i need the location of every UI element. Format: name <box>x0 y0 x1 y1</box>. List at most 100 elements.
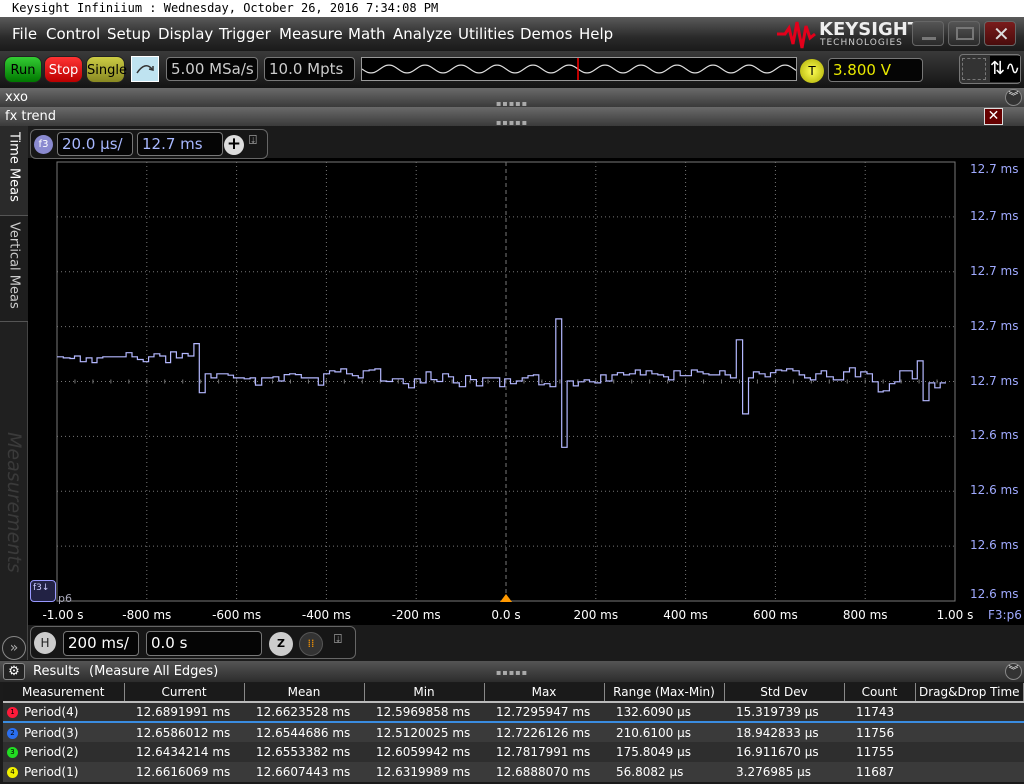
cell-text: 11687 <box>856 765 895 779</box>
cell-text: 18.942833 µs <box>736 725 819 740</box>
drag-grip[interactable]: ▪▪▪▪▪ <box>496 668 528 677</box>
cell-text: 12.7226126 ms <box>496 725 591 740</box>
cell: 18.942833 µs <box>724 722 844 742</box>
cell: 210.6100 µs <box>604 722 724 742</box>
cell: 175.8049 µs <box>604 742 724 762</box>
cell: 12.6553382 ms <box>244 742 364 762</box>
cell-text: 11755 <box>856 745 895 759</box>
column-header[interactable]: Range (Max-Min) <box>604 683 725 703</box>
time-scale-field[interactable]: 200 ms/ <box>63 631 139 656</box>
cell-text: 12.6544686 ms <box>256 725 351 740</box>
column-header[interactable]: Min <box>364 683 485 703</box>
trend-trace <box>57 318 946 448</box>
cell-text: 12.6607443 ms <box>256 765 351 779</box>
cell-text: 12.7817991 ms <box>496 745 591 759</box>
cell-text: 12.6553382 ms <box>256 745 351 759</box>
zoom-icon[interactable]: Z <box>269 632 293 656</box>
cell-text: 12.6319989 ms <box>376 765 471 779</box>
cell: 12.6586012 ms <box>124 722 244 742</box>
column-header[interactable]: Current <box>124 683 245 703</box>
cell: 12.5969858 ms <box>364 701 484 723</box>
column-header[interactable]: Mean <box>244 683 365 703</box>
column-header[interactable]: Std Dev <box>724 683 845 703</box>
results-header: ⚙ Results (Measure All Edges) ▪▪▪▪▪ ︾ <box>0 661 1024 682</box>
function-ground-marker[interactable]: f3↓ <box>30 580 56 602</box>
cell-text: 175.8049 µs <box>616 745 691 759</box>
cell: 11687 <box>844 762 915 782</box>
x-tick-label: -400 ms <box>301 608 351 622</box>
x-tick-label: 600 ms <box>753 608 798 622</box>
y-tick-label: 12.6 ms <box>970 428 1019 443</box>
cell-text: 12.6891991 ms <box>136 705 231 719</box>
cell-text: 12.5969858 ms <box>376 705 471 719</box>
collapse-chevron-icon[interactable]: ︾ <box>1005 663 1022 680</box>
cell: 12.6434214 ms <box>124 742 244 762</box>
cell: 11755 <box>844 742 915 762</box>
results-subtitle: (Measure All Edges) <box>89 664 219 679</box>
results-title: Results <box>33 664 80 679</box>
y-tick-label: 12.7 ms <box>970 208 1019 223</box>
cursors-icon[interactable]: ⁞⁞ <box>299 632 323 656</box>
column-header[interactable]: Count <box>844 683 916 703</box>
table-row[interactable]: 4 Period(1) 12.6616069 ms 12.6607443 ms 12.6… <box>3 762 1024 782</box>
source-label: F3:p6 <box>988 608 1022 622</box>
cell-text: 56.8082 µs <box>616 765 684 779</box>
cell: 12.7226126 ms <box>484 722 604 742</box>
cell: 132.6090 µs <box>604 701 724 723</box>
x-tick-label: 200 ms <box>573 608 619 622</box>
measurement-number-badge: 4 <box>7 767 18 778</box>
x-tick-label: -800 ms <box>122 608 172 622</box>
table-row[interactable]: 1 Period(4) 12.6891991 ms 12.6623528 ms 12.5… <box>3 701 1024 723</box>
cell-text: Period(2) <box>24 745 79 759</box>
y-tick-label: 12.7 ms <box>970 263 1019 278</box>
cell <box>915 701 1024 723</box>
column-header[interactable]: Max <box>484 683 605 703</box>
trend-plot[interactable] <box>0 0 1024 625</box>
marker-label: p6 <box>58 592 72 605</box>
pin-icon[interactable]: ⍗ <box>334 632 342 647</box>
measurement-number-badge: 3 <box>7 747 18 758</box>
cell-text: 12.6586012 ms <box>136 725 231 740</box>
horizontal-badge[interactable]: H <box>34 632 56 654</box>
cell-text: 11756 <box>856 725 895 740</box>
measurement-number-badge: 2 <box>7 727 18 739</box>
cell-text: 12.6059942 ms <box>376 745 471 759</box>
cell-text: 12.6616069 ms <box>136 765 231 779</box>
y-tick-label: 12.6 ms <box>970 483 1019 498</box>
gear-icon[interactable]: ⚙ <box>3 663 25 680</box>
cell-text: 12.6623528 ms <box>256 705 351 719</box>
cell: 12.6891991 ms <box>124 701 244 723</box>
cell: 11743 <box>844 701 915 723</box>
cell: 12.7295947 ms <box>484 701 604 723</box>
cell-text: 12.6888070 ms <box>496 765 591 779</box>
x-tick-label: 800 ms <box>842 608 888 622</box>
cell: 4 Period(1) <box>3 762 124 782</box>
cell-text: 12.7295947 ms <box>496 705 591 719</box>
cell-text: 3.276985 µs <box>736 765 811 779</box>
x-tick-label: 0.0 s <box>491 608 521 622</box>
time-position-field[interactable]: 0.0 s <box>146 631 262 656</box>
trigger-time-marker[interactable] <box>500 594 512 602</box>
cell: 56.8082 µs <box>604 762 724 782</box>
cell: 12.7817991 ms <box>484 742 604 762</box>
table-row[interactable]: 3 Period(2) 12.6434214 ms 12.6553382 ms 12.6… <box>3 742 1024 762</box>
cell: 12.6544686 ms <box>244 722 364 742</box>
cell: 15.319739 µs <box>724 701 844 723</box>
cell <box>915 722 1024 742</box>
cell: 11756 <box>844 722 915 742</box>
cell: 12.6623528 ms <box>244 701 364 723</box>
expand-chevron-icon[interactable]: » <box>2 636 26 660</box>
cell-text: 12.5120025 ms <box>376 725 471 740</box>
horizontal-control: H 200 ms/ 0.0 s Z ⁞⁞ ⍗ <box>30 626 356 659</box>
column-header[interactable]: Measurement <box>3 683 125 703</box>
y-tick-label: 12.7 ms <box>970 318 1019 333</box>
results-table: Measurement Current Mean Min Max Range (Max-M… <box>3 683 1024 782</box>
cell <box>915 742 1024 762</box>
cell: 12.5120025 ms <box>364 722 484 742</box>
cell: 12.6607443 ms <box>244 762 364 782</box>
column-header[interactable]: Drag&Drop Time <box>915 683 1024 703</box>
y-tick-label: 12.7 ms <box>970 373 1019 388</box>
table-row[interactable]: 2 Period(3) 12.6586012 ms 12.6544686 ms 12.5… <box>3 722 1024 742</box>
cell: 12.6888070 ms <box>484 762 604 782</box>
cell: 12.6616069 ms <box>124 762 244 782</box>
